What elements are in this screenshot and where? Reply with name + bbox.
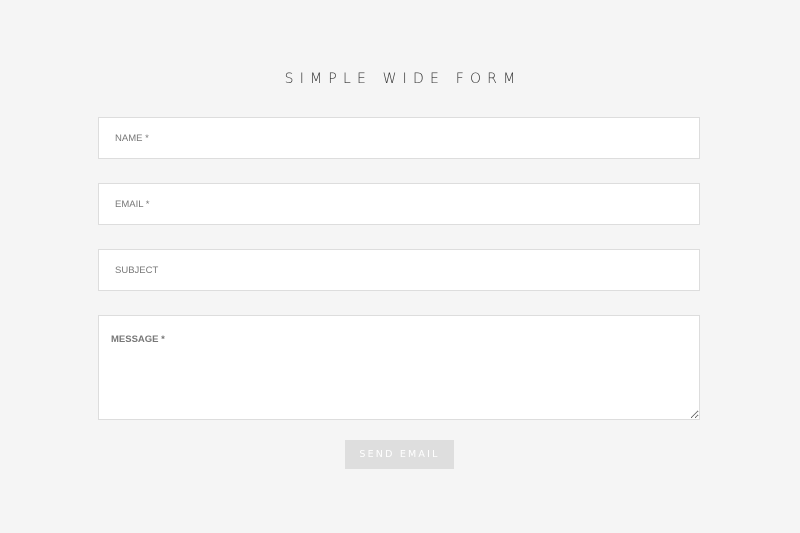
message-textarea[interactable]: [98, 315, 700, 420]
subject-input[interactable]: [98, 249, 700, 291]
name-input[interactable]: [98, 117, 700, 159]
form-title: SIMPLE WIDE FORM: [284, 71, 522, 87]
send-email-button[interactable]: SEND EMAIL: [345, 440, 454, 469]
email-input[interactable]: [98, 183, 700, 225]
